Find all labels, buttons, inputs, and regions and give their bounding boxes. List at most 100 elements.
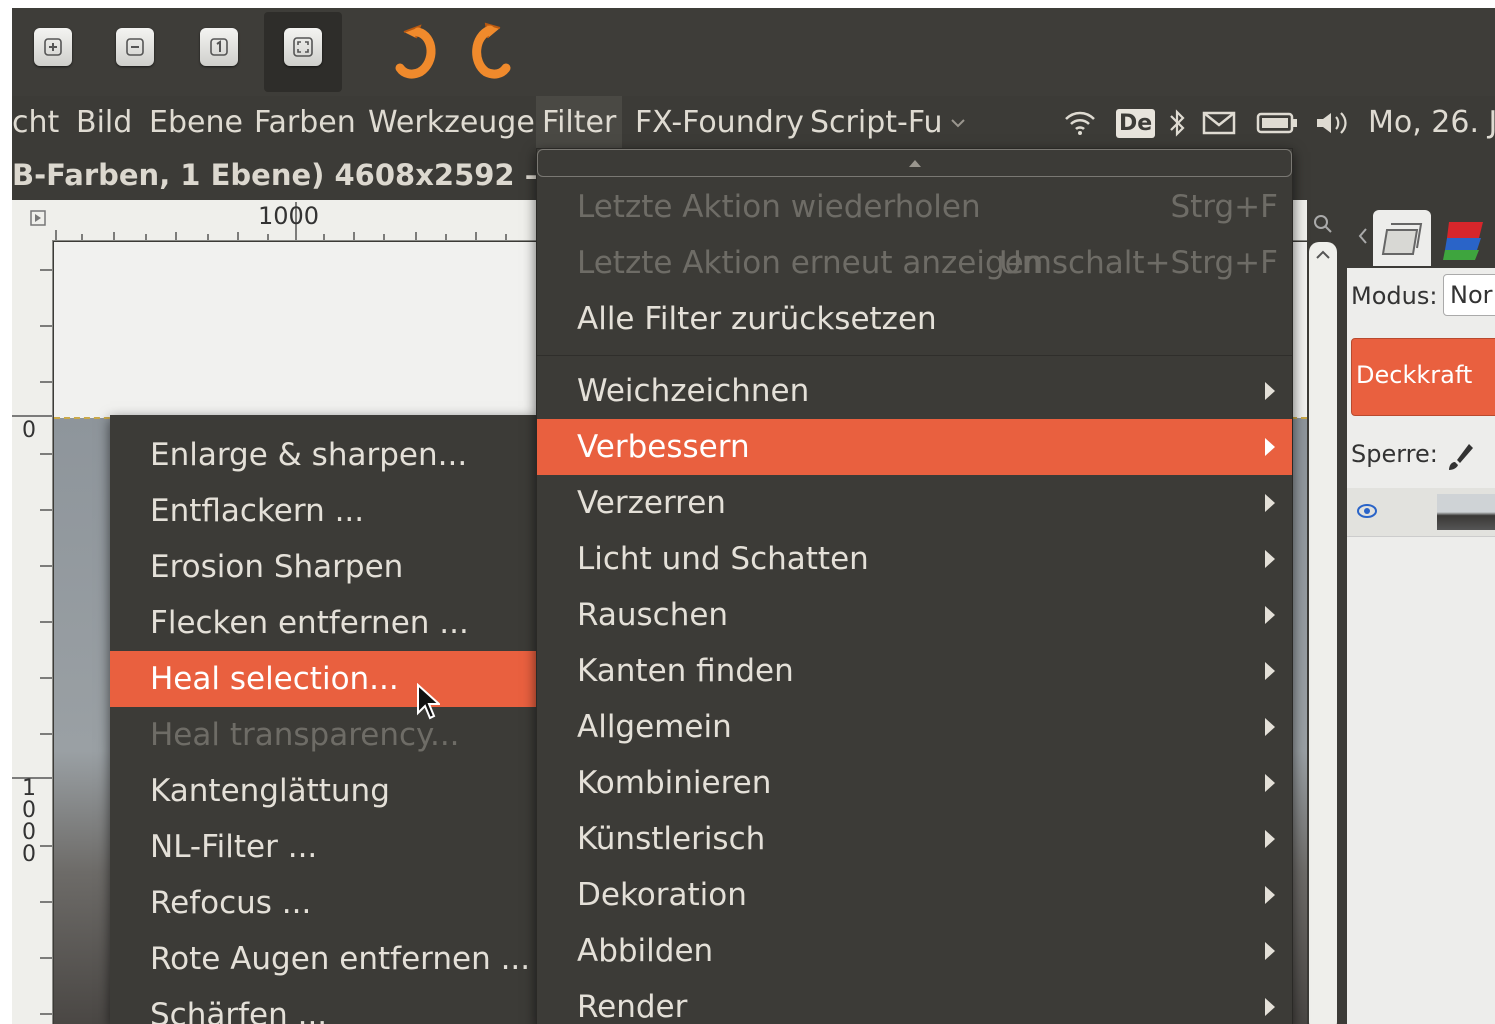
submenu-item-refocus[interactable]: Refocus ...	[110, 875, 536, 931]
ruler-label-top: 1000	[258, 202, 320, 230]
submenu-item-red-eye-removal[interactable]: Rote Augen entfernen ...	[110, 931, 536, 987]
filter-enhance[interactable]: Verbessern	[537, 419, 1292, 475]
submenu-arrow-icon	[1264, 923, 1278, 979]
bluetooth-icon[interactable]	[1168, 96, 1186, 150]
filter-decor[interactable]: Dekoration	[537, 867, 1292, 923]
menubar: cht Bild Ebene Farben Werkzeuge Filter F…	[12, 96, 1495, 150]
canvas-vertical-scrollbar[interactable]	[1309, 242, 1337, 1024]
menu-colors[interactable]: Farben	[254, 96, 356, 150]
menu-fx-foundry[interactable]: FX-Foundry	[635, 96, 804, 150]
zoom-one-to-one-button[interactable]	[200, 28, 238, 66]
ruler-label-left: 0	[22, 418, 36, 443]
shortcut-reshow-last: Umschalt+Strg+F	[999, 245, 1278, 281]
submenu-item-sharpen[interactable]: Schärfen ...	[110, 987, 536, 1024]
opacity-slider[interactable]: Deckkraft	[1351, 338, 1495, 416]
menu-image[interactable]: Bild	[76, 96, 132, 150]
filter-noise[interactable]: Rauschen	[537, 587, 1292, 643]
filter-reset-all[interactable]: Alle Filter zurücksetzen	[537, 291, 1292, 347]
submenu-arrow-icon	[1264, 643, 1278, 699]
filter-combine[interactable]: Kombinieren	[537, 755, 1292, 811]
layers-dock: Modus: Nor Deckkraft Sperre:	[1307, 200, 1495, 1024]
clock[interactable]: Mo, 26. Ja	[1368, 96, 1495, 150]
channels-icon	[1443, 222, 1483, 260]
submenu-item-nl-filter[interactable]: NL-Filter ...	[110, 819, 536, 875]
shortcut-repeat-last: Strg+F	[1170, 189, 1278, 225]
submenu-arrow-icon	[1264, 979, 1278, 1024]
zoom-in-button[interactable]	[34, 28, 72, 66]
visibility-eye-icon[interactable]	[1355, 502, 1379, 524]
tab-layers[interactable]	[1373, 210, 1431, 266]
enhance-submenu: Enlarge & sharpen... Entflackern ... Ero…	[110, 415, 536, 1024]
filter-repeat-last[interactable]: Letzte Aktion wiederholen Strg+F	[537, 179, 1292, 235]
ruler-label-left-vertical: 1 0 0 0	[22, 776, 36, 867]
filter-edge-detect[interactable]: Kanten finden	[537, 643, 1292, 699]
lock-label: Sperre:	[1351, 440, 1438, 468]
window-title: B-Farben, 1 Ebene) 4608x2592 – GIMP	[12, 150, 634, 200]
menu-filters[interactable]: Filter	[536, 96, 623, 150]
layer-thumbnail	[1437, 494, 1495, 530]
scroll-up-arrow-icon	[908, 160, 921, 167]
battery-icon[interactable]	[1256, 96, 1298, 150]
layer-row[interactable]	[1347, 488, 1495, 537]
filter-render[interactable]: Render	[537, 979, 1292, 1024]
submenu-arrow-icon	[1264, 755, 1278, 811]
keyboard-layout-label: De	[1116, 108, 1156, 138]
submenu-arrow-icon	[1264, 587, 1278, 643]
submenu-arrow-icon	[1264, 531, 1278, 587]
ruler-corner[interactable]	[12, 200, 52, 240]
zoom-navigation-icon[interactable]	[1311, 212, 1335, 240]
keyboard-layout-indicator[interactable]: De	[1116, 96, 1156, 150]
submenu-arrow-icon	[1264, 699, 1278, 755]
mode-label: Modus:	[1351, 282, 1438, 310]
gimp-window: cht Bild Ebene Farben Werkzeuge Filter F…	[12, 8, 1495, 1024]
overflow-chevron-icon[interactable]	[950, 96, 966, 150]
menu-view[interactable]: cht	[12, 96, 59, 150]
vertical-ruler[interactable]: 0 1 0 0 0	[12, 240, 53, 1024]
menu-layer[interactable]: Ebene	[149, 96, 243, 150]
opacity-label: Deckkraft	[1356, 361, 1473, 389]
filter-map[interactable]: Abbilden	[537, 923, 1292, 979]
minus-icon	[126, 38, 144, 56]
mail-icon[interactable]	[1202, 96, 1236, 150]
filters-menu: Letzte Aktion wiederholen Strg+F Letzte A…	[536, 148, 1293, 1024]
plus-icon	[44, 38, 62, 56]
zoom-out-button[interactable]	[116, 28, 154, 66]
filter-generic[interactable]: Allgemein	[537, 699, 1292, 755]
filter-blur[interactable]: Weichzeichnen	[537, 363, 1292, 419]
mode-dropdown[interactable]: Nor	[1443, 274, 1495, 316]
redo-icon[interactable]	[464, 18, 516, 84]
zoom-fit-button[interactable]	[284, 28, 322, 66]
fit-window-icon	[293, 37, 313, 57]
submenu-arrow-icon	[1264, 419, 1278, 475]
submenu-arrow-icon	[1264, 363, 1278, 419]
submenu-item-heal-selection[interactable]: Heal selection...	[110, 651, 536, 707]
submenu-item-erosion-sharpen[interactable]: Erosion Sharpen	[110, 539, 536, 595]
submenu-item-despeckle[interactable]: Flecken entfernen ...	[110, 595, 536, 651]
volume-icon[interactable]	[1314, 96, 1350, 150]
filter-light-shadow[interactable]: Licht und Schatten	[537, 531, 1292, 587]
submenu-item-heal-transparency[interactable]: Heal transparency...	[110, 707, 536, 763]
filter-distorts[interactable]: Verzerren	[537, 475, 1292, 531]
top-toolbar	[12, 8, 1495, 96]
undo-icon[interactable]	[390, 18, 442, 84]
menu-separator	[537, 355, 1292, 356]
submenu-item-enlarge-sharpen[interactable]: Enlarge & sharpen...	[110, 427, 536, 483]
tab-channels[interactable]	[1435, 210, 1491, 266]
submenu-arrow-icon	[1264, 811, 1278, 867]
filter-reshow-last[interactable]: Letzte Aktion erneut anzeigen Umschalt+St…	[537, 235, 1292, 291]
lock-pixels-brush-icon[interactable]	[1447, 442, 1475, 476]
submenu-arrow-icon	[1264, 867, 1278, 923]
filter-artistic[interactable]: Künstlerisch	[537, 811, 1292, 867]
submenu-item-deinterlace[interactable]: Entflackern ...	[110, 483, 536, 539]
wifi-icon[interactable]	[1064, 96, 1096, 150]
layers-icon	[1381, 223, 1423, 255]
menu-script-fu[interactable]: Script-Fu	[810, 96, 942, 150]
one-to-one-icon	[210, 38, 228, 56]
submenu-item-antialias[interactable]: Kantenglättung	[110, 763, 536, 819]
menu-scroll-up[interactable]	[537, 149, 1292, 177]
navigate-icon	[30, 210, 46, 226]
mouse-cursor-icon	[417, 683, 440, 720]
menu-tools[interactable]: Werkzeuge	[368, 96, 535, 150]
layers-panel: Modus: Nor Deckkraft Sperre:	[1347, 268, 1495, 1024]
tab-scroll-left-icon[interactable]	[1357, 226, 1369, 250]
